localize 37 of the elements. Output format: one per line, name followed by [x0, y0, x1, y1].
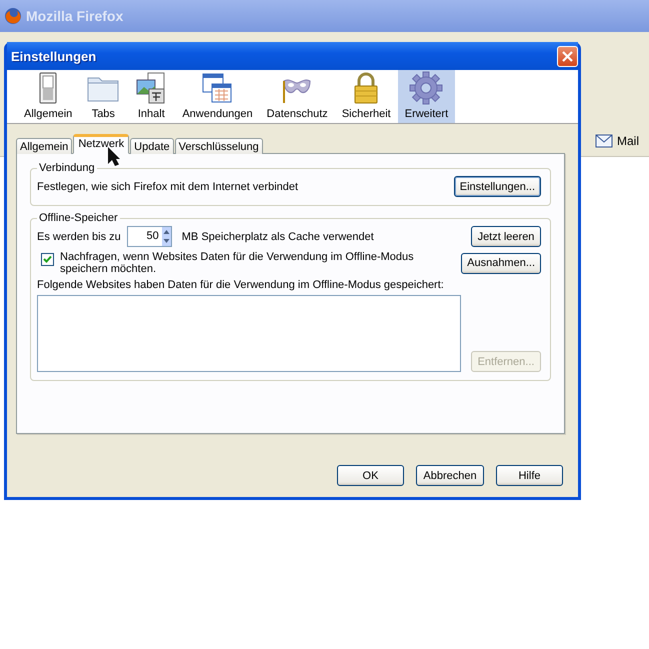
field-label: Es werden bis zu	[37, 230, 121, 242]
window-title: Mozilla Firefox	[26, 8, 124, 24]
pane-button[interactable]: Inhalt	[127, 70, 176, 123]
close-button[interactable]	[557, 46, 578, 66]
mouse-pointer-icon	[108, 147, 120, 166]
unit-label: MB Speicherplatz als Cache verwendet	[182, 230, 374, 242]
dialog-button[interactable]: Abbrechen	[416, 465, 484, 486]
group-title: Verbindung	[38, 162, 96, 174]
pane-button[interactable]: Tabs	[79, 70, 128, 123]
checkbox[interactable]	[41, 253, 54, 266]
list-label: Folgende Websites haben Daten für die Verwendung im Offline-Modus gespeichert:	[37, 279, 445, 291]
clear-button[interactable]: Jetzt leeren	[471, 226, 541, 247]
description-text: Festlegen, wie sich Firefox mit dem Internet verbindet	[37, 180, 298, 192]
checkmark-icon	[43, 255, 52, 264]
pane-button[interactable]: Sicherheit	[334, 70, 398, 123]
mail-button[interactable]: Mail	[590, 132, 645, 150]
close-icon	[562, 50, 573, 62]
checkbox-label: Nachfragen, wenn Websites Daten für die Verwendung im Offline-Modus speichern möchten.	[60, 251, 415, 275]
gear-icon	[409, 71, 444, 105]
pane-button[interactable]: Anwendungen	[175, 70, 260, 123]
exceptions-button[interactable]: Ausnahmen...	[461, 252, 541, 274]
settings-button[interactable]: Einstellungen...	[454, 176, 541, 197]
tab[interactable]: Update	[130, 138, 174, 154]
site-list[interactable]	[37, 295, 461, 372]
pane-button[interactable]: Datenschutz	[260, 70, 335, 123]
envelope-icon	[594, 134, 613, 148]
tab[interactable]: Allgemein	[16, 138, 72, 154]
tab[interactable]: Verschlüsselung	[174, 138, 263, 154]
pane-button[interactable]: Erweitert	[398, 70, 456, 123]
dialog-button[interactable]: Hilfe	[496, 465, 563, 486]
group-title: Offline-Speicher	[38, 212, 119, 224]
number-field[interactable]: 50	[126, 226, 172, 247]
dialog-title: Einstellungen	[11, 48, 96, 64]
tab[interactable]: Netzwerk	[73, 134, 130, 154]
pane-button[interactable]: Allgemein	[17, 70, 80, 123]
dialog-button[interactable]: OK	[337, 465, 404, 486]
browser-logo-icon	[4, 7, 22, 25]
